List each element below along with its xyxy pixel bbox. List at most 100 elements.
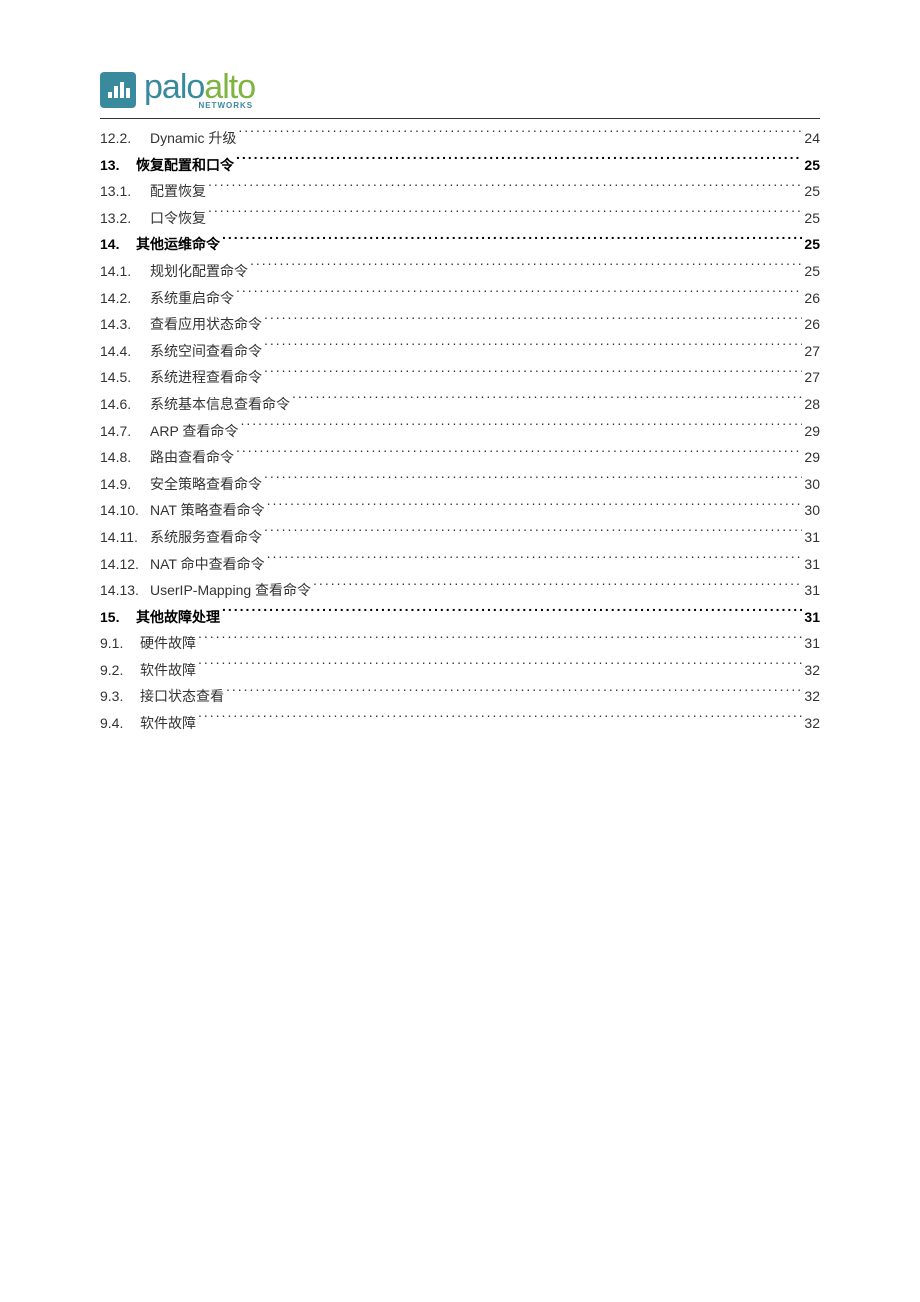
header-divider (100, 118, 820, 119)
toc-leader-dots (226, 685, 802, 702)
toc-title: 硬件故障 (140, 630, 196, 657)
toc-entry[interactable]: 14.9.安全策略查看命令30 (100, 471, 820, 498)
toc-leader-dots (264, 525, 802, 542)
toc-title: 系统空间查看命令 (150, 338, 262, 365)
toc-entry[interactable]: 14.5.系统进程查看命令27 (100, 364, 820, 391)
toc-page-number: 27 (804, 338, 820, 365)
toc-title: 接口状态查看 (140, 683, 224, 710)
toc-entry[interactable]: 14.11.系统服务查看命令 31 (100, 524, 820, 551)
toc-title: 查看应用状态命令 (150, 311, 262, 338)
toc-entry[interactable]: 14.2.系统重启命令 26 (100, 285, 820, 312)
toc-page-number: 24 (804, 125, 820, 152)
toc-title: 配置恢复 (150, 178, 206, 205)
toc-number: 14.12. (100, 551, 150, 578)
toc-number: 14. (100, 231, 136, 258)
logo: paloalto NETWORKS (100, 70, 820, 110)
toc-title: 系统进程查看命令 (150, 364, 262, 391)
toc-entry[interactable]: 13.2.口令恢复25 (100, 205, 820, 232)
toc-entry[interactable]: 14.13.UserIP-Mapping 查看命令 31 (100, 577, 820, 604)
toc-title: 其他故障处理 (136, 604, 220, 631)
toc-entry[interactable]: 14.6.系统基本信息查看命令 28 (100, 391, 820, 418)
toc-leader-dots (267, 552, 803, 569)
toc-page-number: 25 (804, 231, 820, 258)
toc-leader-dots (292, 392, 802, 409)
toc-leader-dots (264, 312, 802, 329)
paloalto-logo-icon (100, 72, 136, 108)
toc-title: NAT 策略查看命令 (150, 497, 265, 524)
toc-entry[interactable]: 9.4.软件故障32 (100, 710, 820, 737)
toc-leader-dots (236, 153, 802, 170)
toc-entry[interactable]: 14.4.系统空间查看命令 27 (100, 338, 820, 365)
toc-title: Dynamic 升级 (150, 125, 236, 152)
toc-title: UserIP-Mapping 查看命令 (150, 577, 311, 604)
toc-title: 系统重启命令 (150, 285, 234, 312)
toc-title: 规划化配置命令 (150, 258, 248, 285)
toc-page-number: 31 (804, 577, 820, 604)
toc-leader-dots (240, 419, 802, 436)
toc-page-number: 25 (804, 205, 820, 232)
toc-leader-dots (264, 339, 802, 356)
toc-page-number: 31 (804, 524, 820, 551)
toc-entry[interactable]: 12.2.Dynamic 升级 24 (100, 125, 820, 152)
toc-entry[interactable]: 14.7.ARP 查看命令29 (100, 418, 820, 445)
toc-page-number: 32 (804, 710, 820, 737)
toc-page-number: 30 (804, 497, 820, 524)
toc-page-number: 25 (804, 178, 820, 205)
toc-page-number: 26 (804, 311, 820, 338)
toc-entry[interactable]: 13.恢复配置和口令 25 (100, 152, 820, 179)
toc-title: 路由查看命令 (150, 444, 234, 471)
toc-number: 14.2. (100, 285, 150, 312)
toc-number: 14.11. (100, 524, 150, 551)
toc-number: 14.1. (100, 258, 150, 285)
toc-number: 14.3. (100, 311, 150, 338)
toc-leader-dots (208, 206, 802, 223)
toc-page-number: 26 (804, 285, 820, 312)
toc-leader-dots (236, 445, 802, 462)
toc-entry[interactable]: 15.其他故障处理31 (100, 604, 820, 631)
toc-page-number: 31 (804, 604, 820, 631)
toc-number: 14.6. (100, 391, 150, 418)
toc-page-number: 28 (804, 391, 820, 418)
toc-page-number: 29 (804, 418, 820, 445)
toc-title: 系统基本信息查看命令 (150, 391, 290, 418)
toc-page-number: 25 (804, 152, 820, 179)
toc-entry[interactable]: 13.1.配置恢复 25 (100, 178, 820, 205)
toc-number: 9.3. (100, 683, 140, 710)
toc-page-number: 32 (804, 657, 820, 684)
toc-leader-dots (264, 472, 802, 489)
toc-leader-dots (264, 366, 802, 383)
toc-entry[interactable]: 9.1.硬件故障31 (100, 630, 820, 657)
toc-number: 14.13. (100, 577, 150, 604)
toc-entry[interactable]: 9.3.接口状态查看32 (100, 683, 820, 710)
toc-leader-dots (198, 658, 802, 675)
toc-entry[interactable]: 14.3.查看应用状态命令 26 (100, 311, 820, 338)
toc-page-number: 30 (804, 471, 820, 498)
toc-leader-dots (208, 179, 802, 196)
toc-number: 9.2. (100, 657, 140, 684)
toc-leader-dots (238, 126, 802, 143)
toc-title: 恢复配置和口令 (136, 152, 234, 179)
toc-leader-dots (236, 286, 802, 303)
toc-page-number: 31 (804, 551, 820, 578)
toc-entry[interactable]: 14.其他运维命令 25 (100, 231, 820, 258)
toc-entry[interactable]: 14.12.NAT 命中查看命令 31 (100, 551, 820, 578)
toc-leader-dots (198, 711, 802, 728)
toc-title: 系统服务查看命令 (150, 524, 262, 551)
toc-number: 14.10. (100, 497, 150, 524)
toc-title: NAT 命中查看命令 (150, 551, 265, 578)
toc-entry[interactable]: 14.8.路由查看命令29 (100, 444, 820, 471)
toc-page-number: 27 (804, 364, 820, 391)
toc-leader-dots (222, 233, 802, 250)
toc-entry[interactable]: 9.2.软件故障 32 (100, 657, 820, 684)
toc-title: 软件故障 (140, 657, 196, 684)
toc-entry[interactable]: 14.1.规划化配置命令25 (100, 258, 820, 285)
toc-number: 13.1. (100, 178, 150, 205)
toc-title: 安全策略查看命令 (150, 471, 262, 498)
toc-title: 软件故障 (140, 710, 196, 737)
toc-number: 12.2. (100, 125, 150, 152)
toc-number: 13. (100, 152, 136, 179)
toc-number: 14.4. (100, 338, 150, 365)
toc-entry[interactable]: 14.10.NAT 策略查看命令 30 (100, 497, 820, 524)
toc-title: 其他运维命令 (136, 231, 220, 258)
toc-leader-dots (198, 631, 802, 648)
